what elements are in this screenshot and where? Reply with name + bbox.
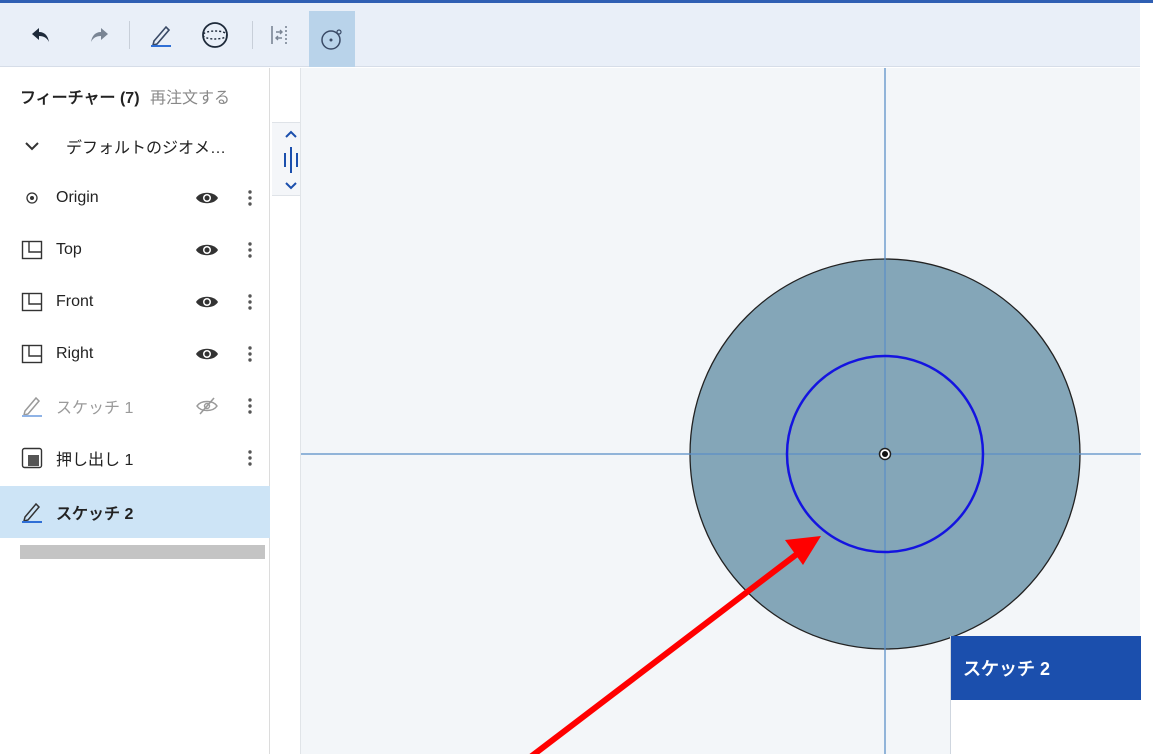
plane-icon [20, 238, 44, 262]
reorder-link[interactable]: 再注文する [150, 90, 230, 107]
feature-item-sketch-2[interactable]: スケッチ 2 [0, 486, 270, 538]
plane-icon [20, 290, 44, 314]
feature-item-origin[interactable]: Origin [0, 172, 270, 224]
feature-item-right[interactable]: Right [0, 328, 270, 380]
feature-item-label: Right [56, 345, 94, 362]
feature-item-label: 押し出し 1 [56, 452, 134, 469]
more-options-icon[interactable] [244, 188, 256, 208]
feature-item-label: Origin [56, 189, 99, 206]
default-geometry-label: デフォルトのジオメ… [66, 140, 227, 157]
plane-icon [20, 342, 44, 366]
circle-tool-icon[interactable] [309, 11, 355, 67]
chevron-down-icon [285, 182, 297, 190]
feature-item-label: Top [56, 241, 82, 258]
sketch-dialog-title: スケッチ 2 [951, 636, 1141, 700]
feature-count-title: フィーチャー (7) [20, 90, 140, 107]
feature-item-front[interactable]: Front [0, 276, 270, 328]
more-options-icon[interactable] [244, 344, 256, 364]
eye-icon[interactable] [194, 240, 220, 260]
toolbar-separator [129, 21, 130, 49]
more-options-icon[interactable] [244, 292, 256, 312]
feature-panel-header: フィーチャー (7) 再注文する [20, 84, 230, 108]
feature-panel: フィーチャー (7) 再注文する デフォルトのジオメ… Origin Top F… [0, 68, 270, 754]
mate-align-icon[interactable] [256, 11, 302, 59]
chevron-down-icon[interactable] [20, 134, 44, 158]
origin-icon [20, 186, 44, 210]
toolbar [0, 3, 1140, 67]
sphere-icon[interactable] [192, 11, 238, 59]
feature-item-sketch-1[interactable]: スケッチ 1 [0, 380, 270, 432]
feature-item-label: スケッチ 1 [56, 400, 134, 417]
extrude-icon [20, 446, 44, 470]
horizontal-scrollbar[interactable] [20, 545, 265, 559]
feature-item-top[interactable]: Top [0, 224, 270, 276]
more-options-icon[interactable] [244, 396, 256, 416]
sketch-icon [20, 394, 44, 418]
eye-hidden-icon[interactable] [194, 396, 220, 416]
sketch-icon [20, 500, 44, 524]
toolbar-separator [252, 21, 253, 49]
annotation-arrow [529, 536, 821, 754]
eye-icon[interactable] [194, 188, 220, 208]
chevron-up-icon [285, 130, 297, 138]
sketch-icon[interactable] [138, 11, 184, 59]
default-geometry-group[interactable]: デフォルトのジオメ… [0, 120, 270, 172]
redo-icon[interactable] [76, 11, 122, 59]
feature-item-label: スケッチ 2 [56, 506, 134, 523]
feature-item-extrude-1[interactable]: 押し出し 1 [0, 432, 270, 484]
sketch-dialog: スケッチ 2 [950, 636, 1141, 754]
eye-icon[interactable] [194, 292, 220, 312]
feature-item-label: Front [56, 293, 94, 310]
eye-icon[interactable] [194, 344, 220, 364]
more-options-icon[interactable] [244, 240, 256, 260]
more-options-icon[interactable] [244, 448, 256, 468]
undo-icon[interactable] [18, 11, 64, 59]
